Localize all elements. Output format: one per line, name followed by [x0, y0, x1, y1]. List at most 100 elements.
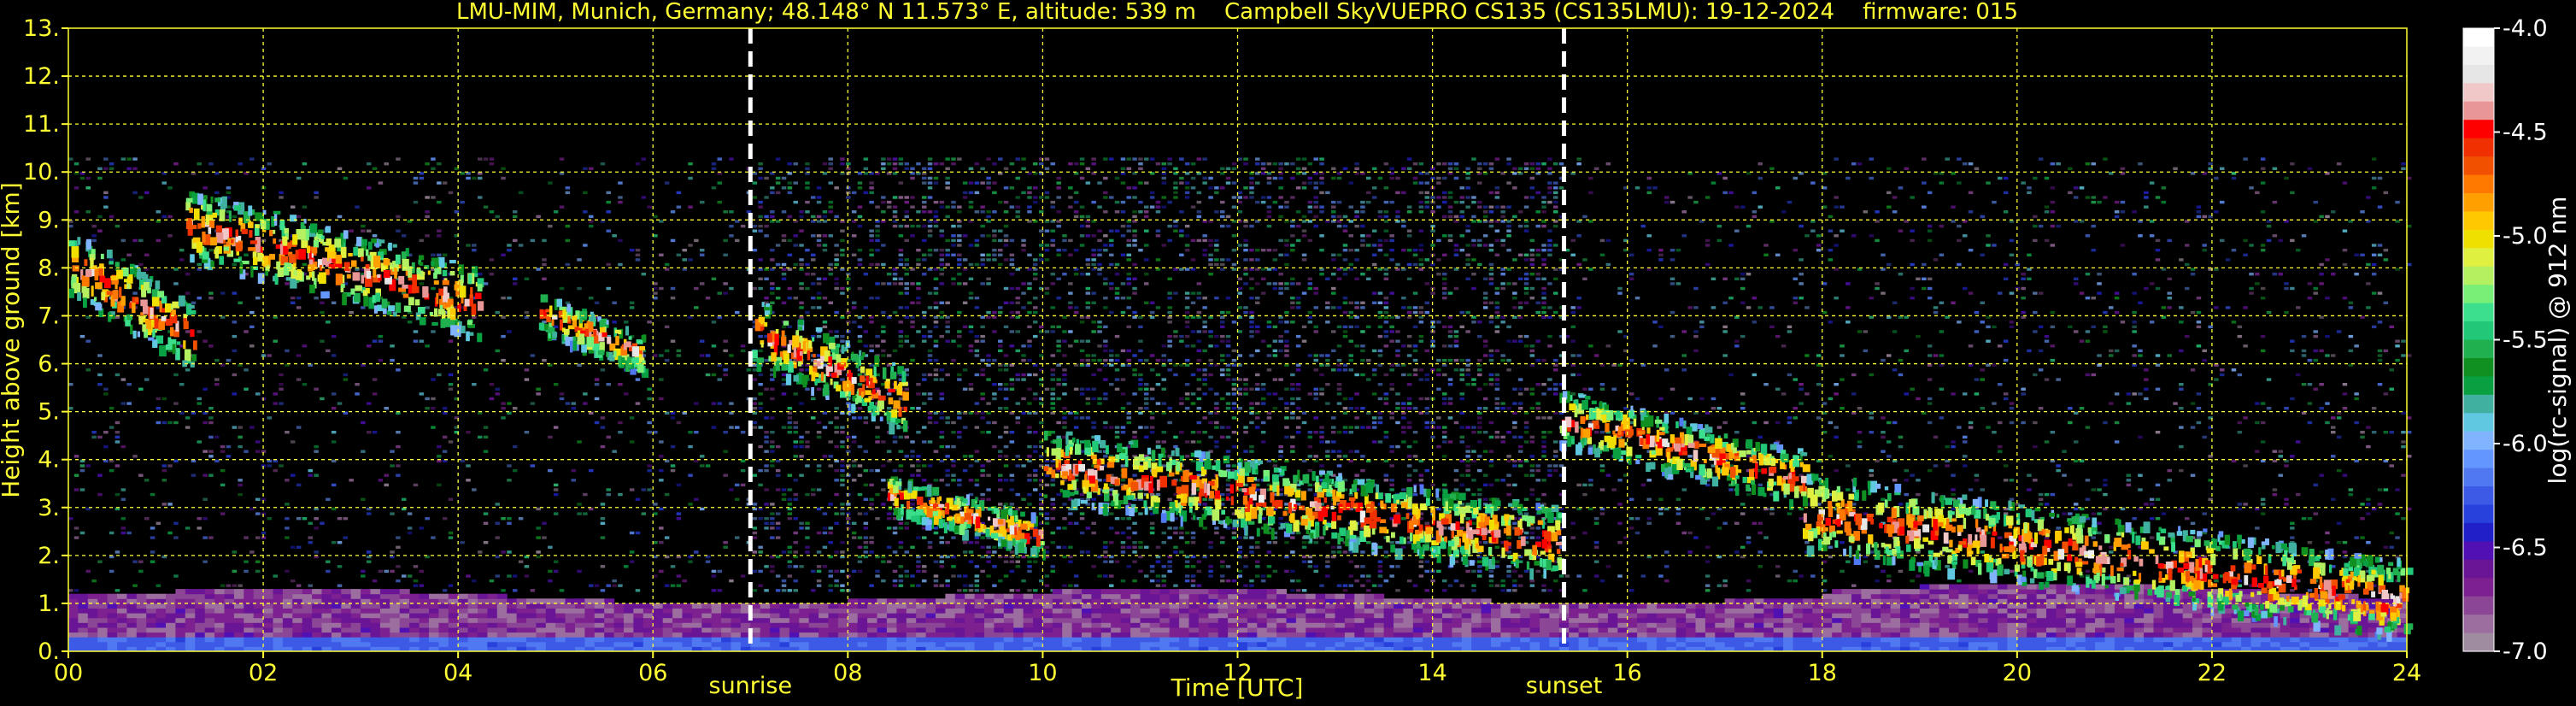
signal-cell — [1354, 325, 1359, 329]
signal-cell — [1389, 368, 1394, 372]
signal-cell — [939, 431, 944, 434]
signal-cell — [957, 330, 962, 333]
signal-cell — [1500, 479, 1505, 482]
signal-cell — [711, 589, 717, 592]
signal-cell — [1354, 210, 1359, 214]
signal-cell — [951, 253, 956, 256]
signal-cell — [1290, 321, 1295, 324]
signal-cell — [308, 541, 313, 544]
signal-cell — [635, 497, 641, 501]
signal-cell — [1506, 157, 1511, 161]
signal-cell — [758, 258, 763, 262]
signal-cell — [518, 244, 524, 247]
signal-cell — [1033, 468, 1038, 473]
signal-cell — [1424, 468, 1429, 473]
signal-cell — [1348, 397, 1353, 401]
signal-cell — [816, 186, 822, 190]
signal-cell — [1313, 291, 1318, 295]
signal-cell — [1471, 378, 1476, 381]
signal-cell — [840, 249, 845, 252]
signal-cell — [1220, 339, 1225, 343]
signal-cell — [1243, 426, 1248, 429]
signal-cell — [764, 196, 769, 199]
signal-cell — [1488, 191, 1494, 195]
signal-cell — [711, 574, 717, 578]
signal-cell — [992, 383, 997, 386]
signal-cell — [1015, 464, 1020, 468]
signal-cell — [1401, 488, 1406, 491]
signal-cell — [1126, 536, 1131, 539]
signal-cell — [1196, 215, 1202, 219]
signal-cell — [922, 253, 927, 256]
signal-cell — [1383, 310, 1389, 315]
signal-cell — [688, 205, 693, 209]
signal-cell — [1389, 249, 1394, 252]
signal-cell — [606, 210, 611, 214]
signal-cell — [811, 234, 816, 238]
signal-cell — [431, 397, 436, 401]
signal-cell — [413, 176, 419, 180]
signal-cell — [1021, 464, 1026, 468]
signal-cell — [904, 521, 909, 525]
signal-cell — [1477, 368, 1482, 372]
signal-cell — [97, 435, 103, 439]
signal-cell — [1284, 200, 1289, 204]
signal-cell — [1044, 574, 1050, 578]
signal-cell — [1208, 565, 1213, 568]
signal-cell — [1430, 579, 1435, 583]
signal-cell — [1179, 536, 1184, 539]
signal-cell — [1132, 196, 1137, 199]
signal-cell — [425, 517, 430, 521]
signal-cell — [1079, 205, 1085, 209]
signal-cell — [1377, 215, 1383, 219]
signal-cell — [167, 215, 173, 219]
signal-cell — [1295, 426, 1301, 429]
signal-cell — [1325, 191, 1330, 195]
signal-cell — [1225, 339, 1231, 343]
signal-cell — [1506, 565, 1511, 568]
signal-cell — [390, 550, 395, 554]
signal-cell — [144, 191, 150, 195]
signal-cell — [1085, 286, 1091, 291]
signal-cell — [1284, 339, 1289, 343]
signal-cell — [1494, 560, 1500, 563]
signal-cell — [770, 464, 775, 468]
signal-cell — [1190, 176, 1196, 180]
signal-cell — [437, 229, 442, 232]
signal-cell — [729, 402, 734, 405]
signal-cell — [992, 310, 997, 315]
signal-cell — [1494, 291, 1500, 295]
signal-cell — [1109, 349, 1114, 353]
signal-cell — [799, 565, 804, 568]
signal-cell — [1120, 479, 1126, 482]
signal-cell — [1260, 339, 1266, 343]
signal-cell — [787, 545, 793, 549]
signal-cell — [448, 373, 454, 377]
signal-cell — [1050, 531, 1055, 535]
signal-cell — [1266, 368, 1272, 372]
signal-cell — [664, 536, 670, 539]
signal-cell — [898, 579, 904, 583]
signal-cell — [886, 512, 892, 515]
signal-cell — [1494, 325, 1500, 329]
signal-cell — [781, 378, 787, 381]
signal-cell — [822, 565, 828, 568]
signal-cell — [723, 291, 728, 295]
signal-cell — [1465, 186, 1470, 190]
signal-cell — [308, 521, 313, 525]
signal-cell — [489, 157, 495, 161]
signal-cell — [998, 368, 1003, 372]
signal-cell — [1220, 579, 1225, 583]
signal-cell — [1453, 421, 1459, 425]
signal-cell — [606, 286, 611, 291]
signal-cell — [1488, 569, 1494, 574]
signal-cell — [1249, 354, 1254, 357]
signal-cell — [1097, 273, 1102, 276]
signal-cell — [1138, 325, 1143, 329]
signal-cell — [1278, 397, 1283, 401]
signal-cell — [1447, 358, 1453, 362]
signal-cell — [781, 488, 787, 491]
signal-cell — [840, 479, 845, 482]
signal-cell — [1003, 234, 1009, 238]
signal-cell — [1190, 565, 1196, 568]
